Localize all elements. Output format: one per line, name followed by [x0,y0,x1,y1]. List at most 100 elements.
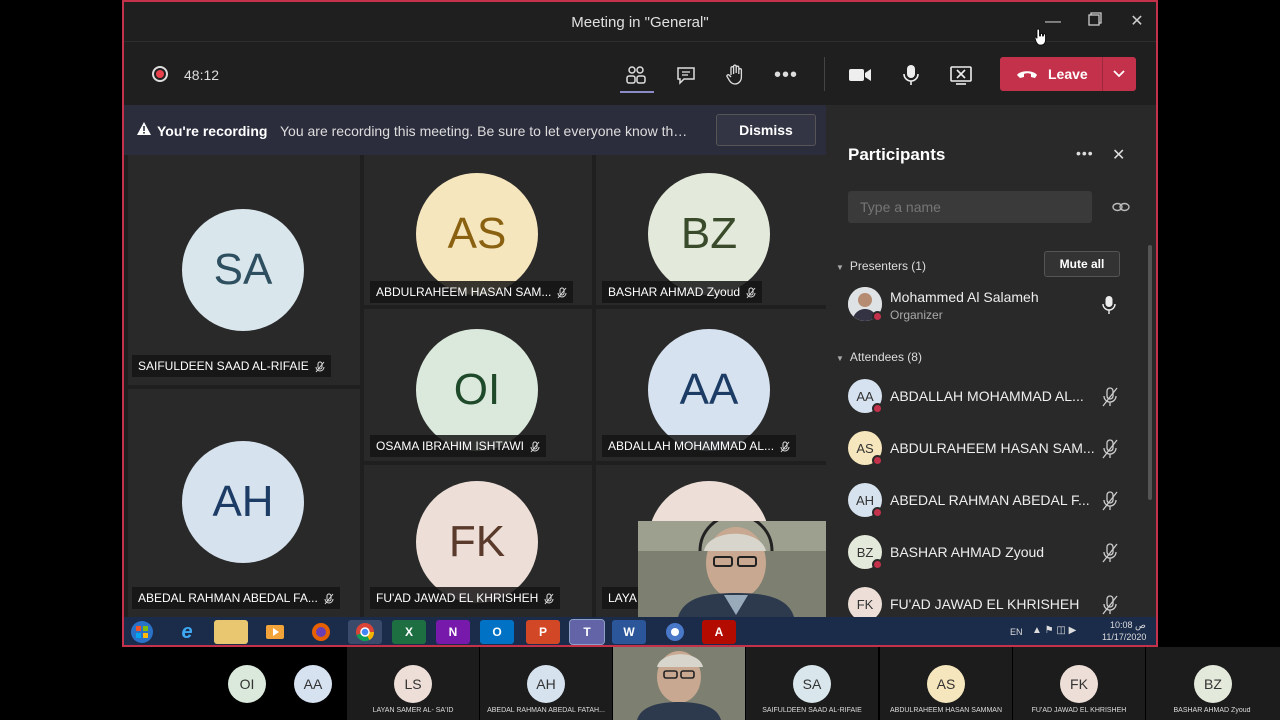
participant-name-tag: OSAMA IBRAHIM ISHTAWI [370,435,547,457]
participant-tile[interactable]: BZ BASHAR AHMAD Zyoud [596,155,826,305]
outlook-icon[interactable]: O [480,620,514,644]
attendee-row[interactable]: AS ABDULRAHEEM HASAN SAM... [848,429,1138,469]
window-title: Meeting in "General" [571,14,709,31]
raise-hand-icon[interactable] [721,61,749,89]
camera-icon[interactable] [846,61,874,89]
attendee-initials: AA [856,388,874,404]
start-button[interactable] [124,620,160,644]
attendee-row[interactable]: FK FU'AD JAWAD EL KHRISHEH [848,585,1138,617]
share-link-icon[interactable] [1112,201,1130,213]
avatar: BZ [648,173,770,295]
avatar-initials: AH [212,477,274,526]
avatar-initials: AS [447,209,507,258]
strip-video-tile[interactable] [613,647,745,720]
powerpoint-icon[interactable]: P [526,620,560,644]
muted-mic-icon [780,441,790,453]
participant-name-tag: FU'AD JAWAD EL KHRISHEH [370,587,561,609]
onenote-icon[interactable]: N [436,620,470,644]
muted-mic-icon[interactable] [1102,491,1118,511]
hang-up-icon [1017,71,1037,78]
avatar-initials: OI [453,365,501,414]
attendee-name: ABDALLAH MOHAMMAD AL... [890,388,1084,404]
mute-all-button[interactable]: Mute all [1044,251,1120,277]
avatar: AA [648,329,770,451]
panel-more-icon[interactable]: ••• [1076,145,1094,161]
strip-tile[interactable]: BZ BASHAR AHMAD Zyoud [1146,647,1280,720]
panel-scrollbar[interactable] [1148,245,1152,500]
presenters-section[interactable]: ▼ Presenters (1) [836,259,926,273]
file-explorer-icon[interactable] [214,620,248,644]
strip-initials: LS [404,676,422,692]
attendee-row[interactable]: BZ BASHAR AHMAD Zyoud [848,533,1138,573]
participant-tile[interactable]: AA ABDALLAH MOHAMMAD AL... [596,309,826,461]
teams-icon[interactable]: T [569,619,605,645]
close-panel-icon[interactable]: ✕ [1112,145,1125,165]
attendee-initials: AS [856,440,874,456]
participant-tile[interactable]: OI OSAMA IBRAHIM ISHTAWI [364,309,592,461]
chat-icon[interactable] [672,61,700,89]
chevron-down-icon[interactable] [1112,69,1126,79]
clock-time[interactable]: 10:08 ص [1110,620,1146,631]
chrome-icon[interactable] [658,620,692,644]
avatar-initials: BZ [680,209,738,258]
acrobat-icon[interactable]: A [702,620,736,644]
strip-tile[interactable]: AH ABEDAL RAHMAN ABEDAL FATAH... [480,647,612,720]
microphone-icon[interactable] [1102,295,1116,315]
participant-tile[interactable]: SA SAIFULDEEN SAAD AL-RIFAIE [128,155,360,385]
attendee-avatar: FK [848,587,882,617]
participant-name-tag: BASHAR AHMAD Zyoud [602,281,763,303]
attendees-label: Attendees (8) [849,350,922,364]
attendees-section[interactable]: ▼ Attendees (8) [836,350,922,364]
self-video-preview[interactable] [638,521,826,617]
attendee-row[interactable]: AH ABEDAL RAHMAN ABEDAL F... [848,481,1138,521]
more-options-icon[interactable]: ••• [772,61,800,89]
excel-icon[interactable]: X [392,620,426,644]
participant-name-tag: ABDALLAH MOHAMMAD AL... [602,435,797,457]
presenter-row[interactable]: Mohammed Al Salameh Organizer [848,285,1138,327]
participant-tile[interactable]: FK FU'AD JAWAD EL KHRISHEH [364,465,592,617]
close-window-icon[interactable]: ✕ [1124,10,1150,34]
dismiss-button[interactable]: Dismiss [716,114,816,146]
strip-tile[interactable]: SA SAIFULDEEN SAAD AL-RIFAIE [746,647,878,720]
muted-mic-icon[interactable] [1102,543,1118,563]
tray-icons[interactable]: ▲ ⚑ ◫ ▶ [1032,625,1076,636]
leave-button[interactable]: Leave [1000,57,1136,91]
strip-avatar: AA [294,665,332,703]
muted-mic-icon[interactable] [1102,595,1118,615]
strip-tile[interactable]: LS LAYAN SAMER AL- SA'ID [347,647,479,720]
attendee-name: BASHAR AHMAD Zyoud [890,544,1045,560]
participants-icon[interactable] [622,61,650,89]
strip-avatar: BZ [1194,665,1232,703]
attendee-row[interactable]: AA ABDALLAH MOHAMMAD AL... [848,377,1138,417]
media-player-icon[interactable] [258,620,292,644]
restore-icon[interactable] [1082,10,1108,34]
muted-mic-icon[interactable] [1102,439,1118,459]
presenter-role: Organizer [890,308,943,322]
search-participants-input[interactable] [848,191,1092,223]
strip-tile[interactable]: FK FU'AD JAWAD EL KHRISHEH [1013,647,1145,720]
clock-date[interactable]: 11/17/2020 [1102,632,1146,642]
strip-name: SAIFULDEEN SAAD AL-RIFAIE [762,707,862,714]
strip-tile[interactable]: AS ABDULRAHEEM HASAN SAMMAN [880,647,1012,720]
strip-initials: AS [936,676,956,692]
internet-explorer-icon[interactable]: e [170,620,204,644]
microphone-icon[interactable] [897,61,925,89]
self-video-image [638,521,826,617]
meeting-timer: 48:12 [184,67,220,83]
strip-tile[interactable]: OI AA [214,647,346,720]
strip-avatar: AH [527,665,565,703]
language-indicator[interactable]: EN [1010,627,1023,637]
participant-tile[interactable]: AS ABDULRAHEEM HASAN SAM... [364,155,592,305]
word-icon[interactable]: W [612,620,646,644]
toolbar-divider [824,57,825,91]
recording-indicator-icon [152,66,168,82]
participant-name-tag: SAIFULDEEN SAAD AL-RIFAIE [132,355,331,377]
participant-tile[interactable]: AH ABEDAL RAHMAN ABEDAL FA... [128,389,360,617]
avatar-initials: AA [679,365,739,414]
strip-initials: BZ [1204,676,1222,692]
chrome-icon[interactable] [348,620,382,644]
firefox-icon[interactable] [304,620,338,644]
strip-name: ABDULRAHEEM HASAN SAMMAN [889,707,1003,714]
muted-mic-icon[interactable] [1102,387,1118,407]
stop-sharing-icon[interactable] [947,61,975,89]
